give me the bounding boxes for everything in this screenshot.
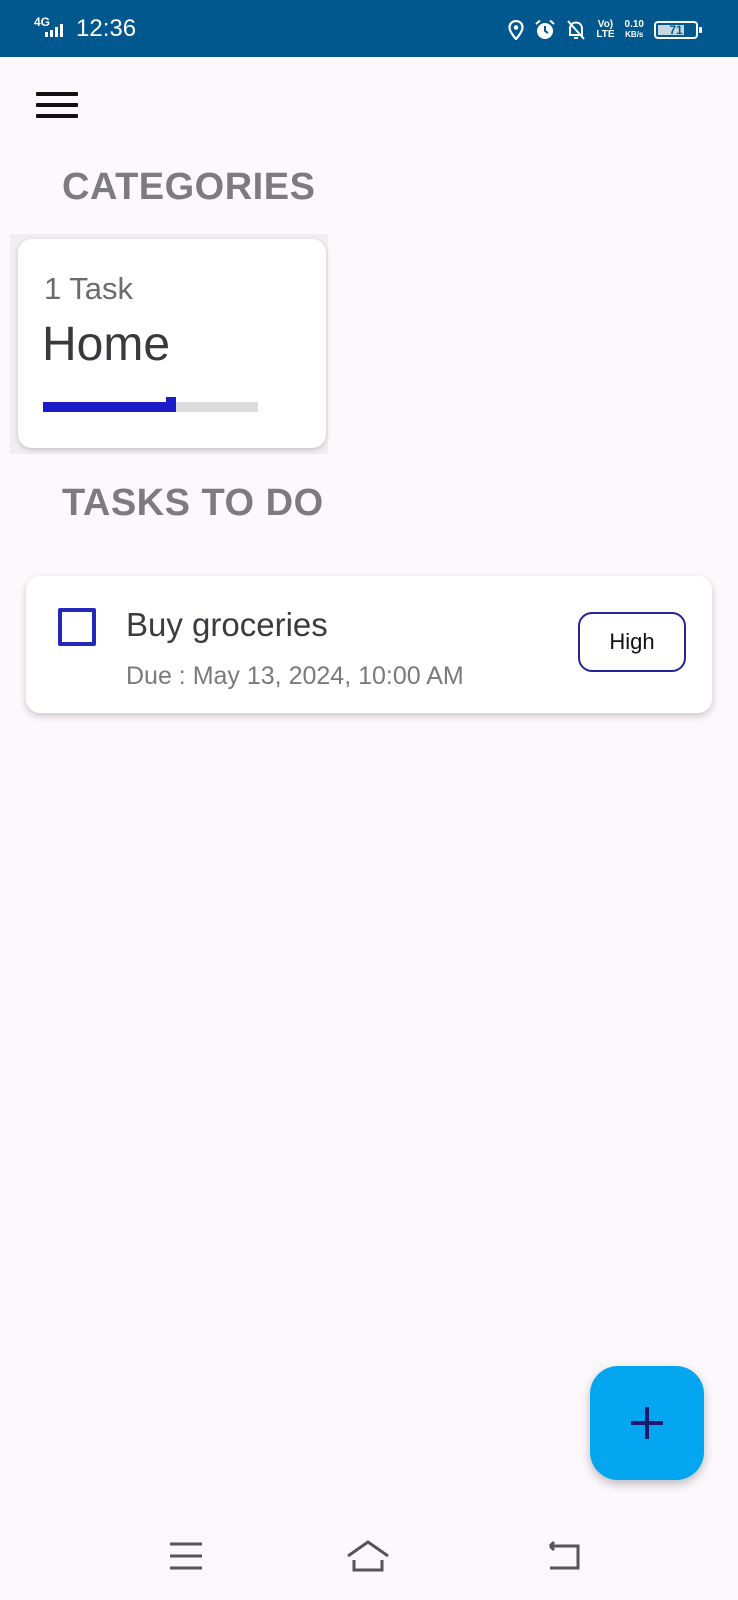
add-task-button[interactable] xyxy=(590,1366,704,1480)
speed-value: 0.10 xyxy=(624,19,644,30)
category-progress-thumb xyxy=(166,397,176,412)
navigation-bar xyxy=(0,1512,738,1600)
battery-level: 71 xyxy=(669,23,683,37)
volte-bottom: LTE xyxy=(596,29,615,40)
task-checkbox[interactable] xyxy=(58,608,96,646)
recent-apps-icon[interactable] xyxy=(162,1532,210,1580)
plus-icon xyxy=(631,1407,663,1439)
location-icon xyxy=(508,20,524,40)
category-progress-bar xyxy=(43,397,258,412)
tasks-heading: TASKS TO DO xyxy=(62,482,324,524)
status-bar: 4G 12:36 Vo) LTE 0.10 KB/s 71 xyxy=(0,0,738,57)
speed-indicator: 0.10 KB/s xyxy=(625,20,644,40)
category-card-home[interactable]: 1 Task Home xyxy=(18,239,326,448)
task-due-date: Due : May 13, 2024, 10:00 AM xyxy=(126,662,464,690)
category-progress-fill xyxy=(43,402,172,412)
volte-indicator: Vo) LTE xyxy=(596,20,614,40)
hamburger-menu-icon[interactable] xyxy=(36,92,78,124)
category-task-count: 1 Task xyxy=(44,271,134,306)
speed-unit: KB/s xyxy=(625,30,644,39)
priority-badge[interactable]: High xyxy=(578,612,686,672)
home-icon[interactable] xyxy=(344,1532,392,1580)
task-title: Buy groceries xyxy=(126,606,328,643)
signal-icon xyxy=(45,24,63,37)
back-icon[interactable] xyxy=(540,1532,588,1580)
categories-heading: CATEGORIES xyxy=(62,166,316,208)
battery-icon: 71 xyxy=(654,21,702,39)
alarm-icon xyxy=(535,19,556,39)
task-card[interactable]: Buy groceries Due : May 13, 2024, 10:00 … xyxy=(26,576,712,713)
category-name: Home xyxy=(42,318,171,371)
status-icons: Vo) LTE 0.10 KB/s 71 xyxy=(508,16,702,44)
notifications-off-icon xyxy=(567,20,586,40)
clock: 12:36 xyxy=(76,15,137,42)
